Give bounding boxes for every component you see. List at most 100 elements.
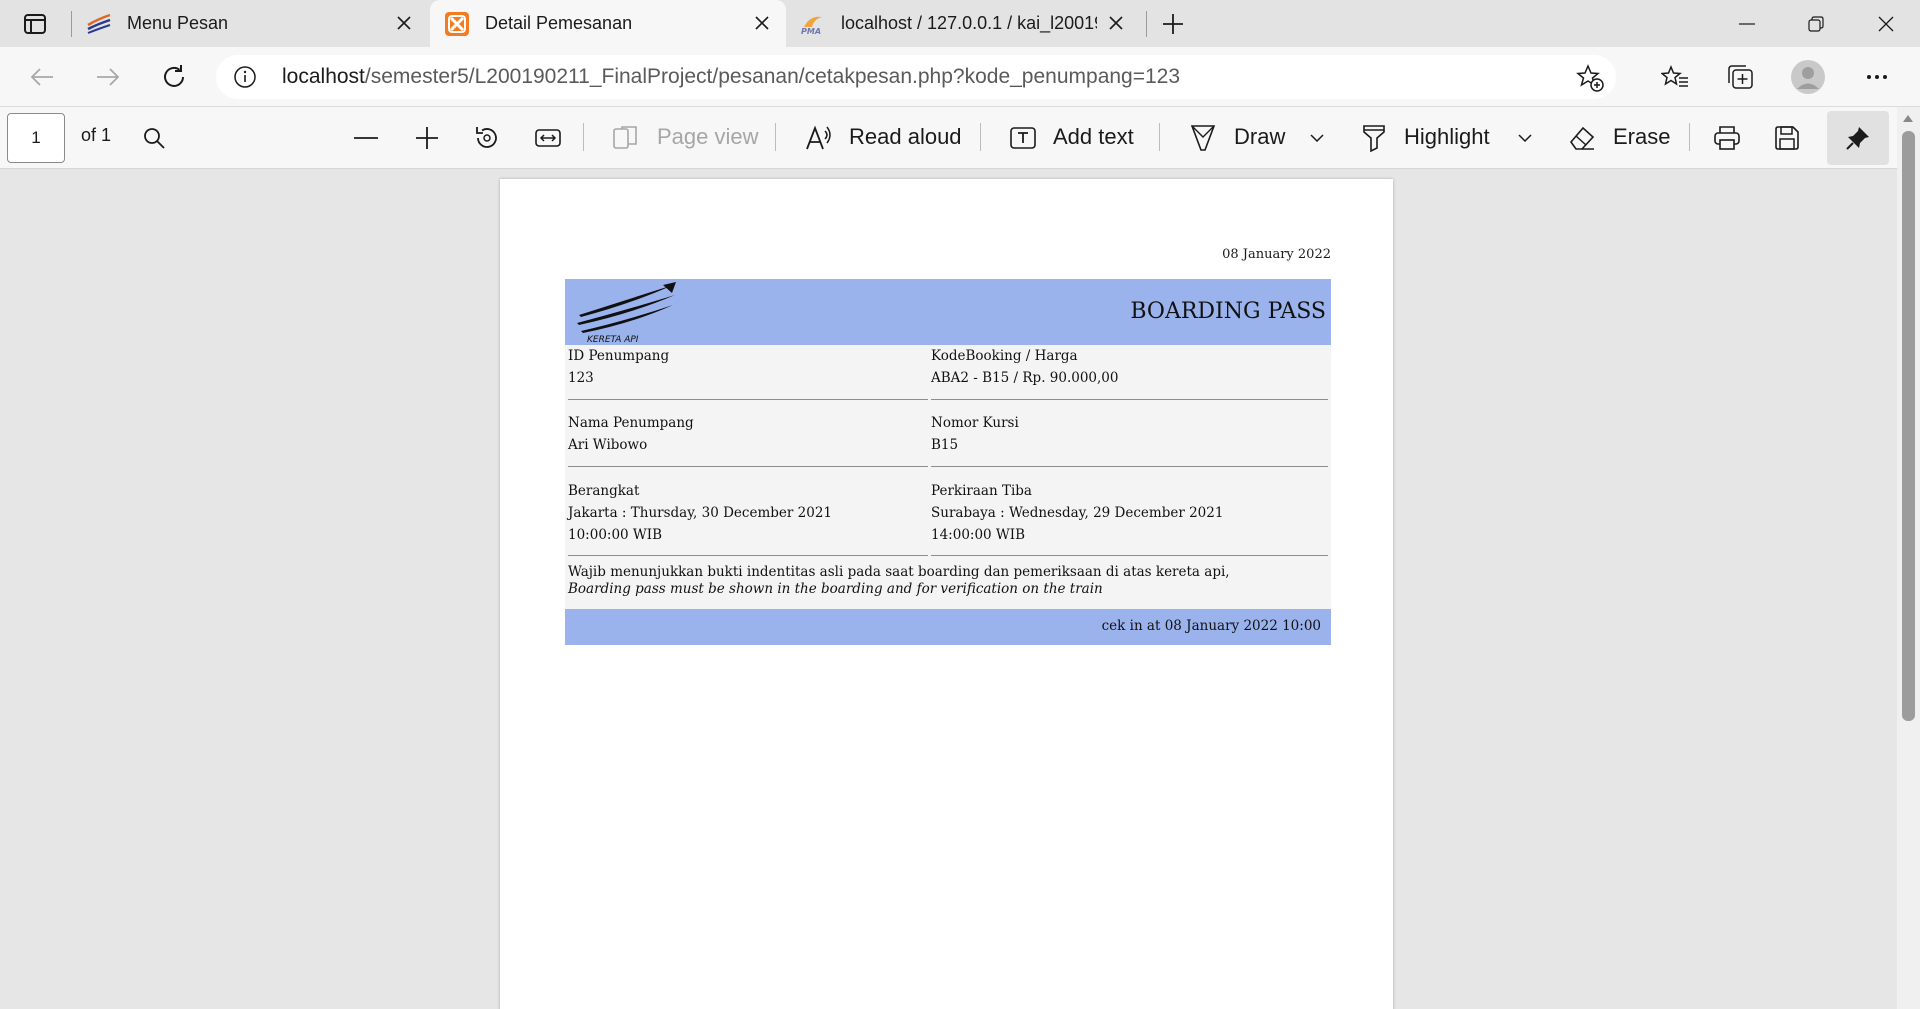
boarding-pass-body: ID Penumpang 123 KodeBooking / Harga ABA… [565,345,1331,609]
tab-detail-pemesanan[interactable]: Detail Pemesanan [430,0,786,47]
pdf-scrollbar[interactable] [1897,107,1920,1009]
scroll-up-icon[interactable] [1903,115,1913,122]
url-text[interactable]: localhost/semester5/L200190211_FinalProj… [282,65,1180,89]
more-icon [1867,75,1887,79]
tab-actions-button[interactable] [16,10,54,38]
chevron-down-icon [1310,134,1324,142]
draw-icon [1188,123,1218,153]
toolbar-divider [1689,123,1690,151]
pin-icon [1846,127,1869,150]
pin-toolbar-button[interactable] [1827,111,1889,165]
divider [931,555,1328,556]
erase-button[interactable]: Erase [1613,124,1670,150]
divider [568,399,928,400]
boarding-pass-footer: cek in at 08 January 2022 10:00 [565,609,1331,645]
nomor-kursi-value: B15 [931,437,959,453]
minimize-button[interactable] [1713,0,1781,47]
minus-icon [354,137,378,139]
toolbar-divider [583,123,584,151]
search-button[interactable] [139,123,169,153]
restore-button[interactable] [1782,0,1850,47]
search-icon [144,128,165,149]
note-english: Boarding pass must be shown in the board… [568,581,1103,597]
divider [931,466,1328,467]
tab-separator [71,11,72,37]
boarding-pass-title: BOARDING PASS [1130,299,1326,324]
rotate-button[interactable] [472,123,502,153]
save-button[interactable] [1772,123,1802,153]
highlight-options-button[interactable] [1510,123,1540,153]
page-number-input[interactable]: 1 [7,113,65,163]
toolbar-divider [775,123,776,151]
forward-arrow-icon [97,68,120,86]
logo-text: KERETA API [587,335,639,343]
fit-to-width-button[interactable] [533,123,563,153]
tab-title: Detail Pemesanan [485,13,633,33]
settings-menu-button[interactable] [1857,57,1897,97]
note-indonesian: Wajib menunjukkan bukti indentitas asli … [568,564,1230,580]
toolbar-divider [980,123,981,151]
checkin-text: cek in at 08 January 2022 10:00 [1101,618,1321,634]
perkiraan-tiba-time: 14:00:00 WIB [931,527,1026,543]
highlight-icon [1359,123,1389,153]
add-favorite-icon[interactable] [1576,64,1604,92]
favorites-button[interactable] [1655,57,1695,97]
pdf-page: 08 January 2022 KERETA API BOARDING PASS… [500,179,1393,1009]
add-text-button[interactable]: Add text [1053,124,1134,150]
close-tab-icon[interactable] [1106,13,1126,33]
kereta-api-logo: KERETA API [577,282,676,343]
kode-booking-label: KodeBooking / Harga [931,348,1078,364]
phpmyadmin-icon: PMA [800,11,826,37]
nomor-kursi-label: Nomor Kursi [931,415,1019,431]
collections-icon [1728,65,1753,89]
avatar-icon [1791,60,1825,94]
boarding-pass-header: KERETA API BOARDING PASS [565,279,1331,345]
address-bar[interactable]: localhost/semester5/L200190211_FinalProj… [216,55,1616,99]
document-date: 08 January 2022 [1222,247,1331,262]
collections-button[interactable] [1720,57,1760,97]
berangkat-value: Jakarta : Thursday, 30 December 2021 [568,505,832,521]
nama-penumpang-value: Ari Wibowo [568,437,648,453]
tab-phpmyadmin[interactable]: PMA localhost / 127.0.0.1 / kai_l20019 [800,0,1140,47]
tab-title: Menu Pesan [127,13,229,33]
forward-button[interactable] [88,57,128,97]
url-host: localhost [282,65,365,88]
pdf-toolbar: 1 of 1 Page view Read aloud Add text Dra… [0,107,1920,169]
tab-strip: Menu Pesan Detail Pemesanan PMA localhos… [0,0,1920,47]
page-view-button[interactable]: Page view [657,124,759,150]
profile-button[interactable] [1788,57,1828,97]
close-window-button[interactable] [1852,0,1920,47]
tab-menu-pesan[interactable]: Menu Pesan [86,0,428,47]
back-button[interactable] [22,57,62,97]
zoom-out-button[interactable] [351,123,381,153]
refresh-button[interactable] [154,57,194,97]
close-tab-icon[interactable] [752,13,772,33]
back-arrow-icon [30,68,53,86]
draw-options-button[interactable] [1302,123,1332,153]
chevron-down-icon [1518,134,1532,142]
highlight-button[interactable]: Highlight [1404,124,1490,150]
draw-button[interactable]: Draw [1234,124,1285,150]
close-tab-icon[interactable] [394,13,414,33]
svg-text:PMA: PMA [801,27,821,35]
close-icon [1878,16,1894,31]
rotate-icon [476,127,497,148]
print-button[interactable] [1712,123,1742,153]
page-total: of 1 [81,125,112,145]
zoom-in-button[interactable] [412,123,442,153]
read-aloud-button[interactable]: Read aloud [849,124,962,150]
scrollbar-thumb[interactable] [1902,131,1915,721]
page-view-icon [610,123,640,153]
eraser-icon [1567,123,1597,153]
tab-separator [1146,11,1147,37]
kode-booking-value: ABA2 - B15 / Rp. 90.000,00 [931,370,1119,386]
divider [568,555,928,556]
kai-logo-icon [86,11,112,37]
nama-penumpang-label: Nama Penumpang [568,415,694,431]
new-tab-button[interactable] [1157,9,1189,39]
save-icon [1775,126,1799,150]
info-icon[interactable] [234,66,256,88]
toolbar-divider [1159,123,1160,151]
berangkat-time: 10:00:00 WIB [568,527,663,543]
navigation-bar: localhost/semester5/L200190211_FinalProj… [0,47,1920,107]
